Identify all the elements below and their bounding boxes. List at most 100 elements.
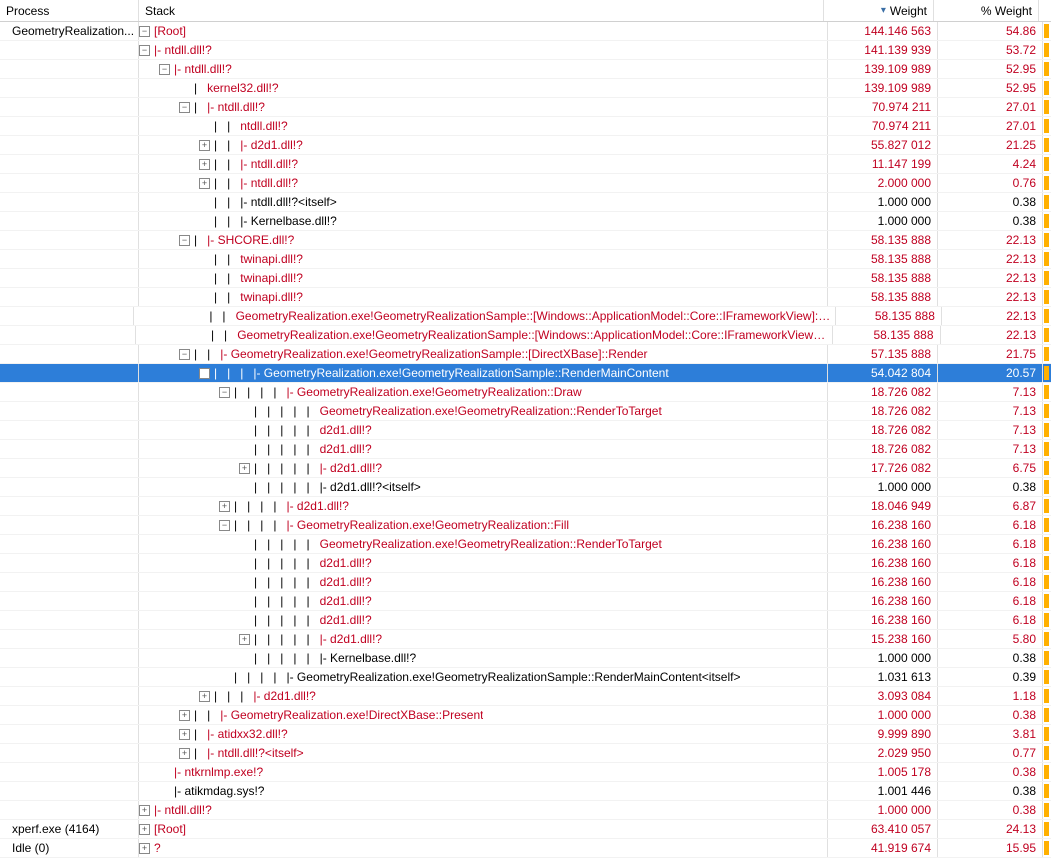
header-weight[interactable]: ▾Weight [824, 0, 934, 21]
table-row[interactable]: | | | | | d2d1.dll!?18.726 0827.13 [0, 421, 1051, 440]
table-row[interactable]: −| | | | |- GeometryRealization.exe!Geom… [0, 516, 1051, 535]
table-row[interactable]: | kernel32.dll!?139.109 98952.95 [0, 79, 1051, 98]
expand-icon[interactable]: + [239, 463, 250, 474]
bar-cell [1043, 440, 1051, 458]
table-row[interactable]: | | | | | GeometryRealization.exe!Geomet… [0, 402, 1051, 421]
collapse-icon[interactable]: − [179, 102, 190, 113]
table-row[interactable]: |- ntkrnlmp.exe!?1.005 1780.38 [0, 763, 1051, 782]
weight-bar [1044, 214, 1049, 228]
bar-cell [1043, 687, 1051, 705]
stack-label: |- GeometryRealization.exe!DirectXBase::… [220, 708, 483, 722]
process-cell [0, 535, 139, 553]
bar-cell [1043, 250, 1051, 268]
table-row[interactable]: | | | | | d2d1.dll!?16.238 1606.18 [0, 611, 1051, 630]
expand-icon[interactable]: + [199, 159, 210, 170]
header-process[interactable]: Process [0, 0, 139, 21]
table-row[interactable]: +| | | | | |- d2d1.dll!?15.238 1605.80 [0, 630, 1051, 649]
table-row[interactable]: | | twinapi.dll!?58.135 88822.13 [0, 250, 1051, 269]
collapse-icon[interactable]: − [179, 235, 190, 246]
table-row[interactable]: +| | | | |- d2d1.dll!?18.046 9496.87 [0, 497, 1051, 516]
table-row[interactable]: Idle (0)+?41.919 67415.95 [0, 839, 1051, 858]
expand-icon[interactable]: + [199, 691, 210, 702]
table-row[interactable]: | | GeometryRealization.exe!GeometryReal… [0, 326, 1051, 345]
bar-cell [1043, 136, 1051, 154]
table-row[interactable]: −| |- ntdll.dll!?70.974 21127.01 [0, 98, 1051, 117]
expand-icon[interactable]: + [219, 501, 230, 512]
table-row[interactable]: +| | | | | |- d2d1.dll!?17.726 0826.75 [0, 459, 1051, 478]
table-row[interactable]: +| | | |- d2d1.dll!?3.093 0841.18 [0, 687, 1051, 706]
table-row[interactable]: | | | | | d2d1.dll!?16.238 1606.18 [0, 592, 1051, 611]
table-row[interactable]: −| |- SHCORE.dll!?58.135 88822.13 [0, 231, 1051, 250]
table-row[interactable]: | | |- ntdll.dll!?<itself>1.000 0000.38 [0, 193, 1051, 212]
table-row[interactable]: −| | | | |- GeometryRealization.exe!Geom… [0, 383, 1051, 402]
table-row[interactable]: +|- ntdll.dll!?1.000 0000.38 [0, 801, 1051, 820]
expand-icon[interactable]: + [179, 710, 190, 721]
weight-bar [1044, 366, 1049, 380]
table-row[interactable]: −|- ntdll.dll!?139.109 98952.95 [0, 60, 1051, 79]
table-row[interactable]: | | ntdll.dll!?70.974 21127.01 [0, 117, 1051, 136]
table-row[interactable]: +| | |- ntdll.dll!?2.000 0000.76 [0, 174, 1051, 193]
expand-icon[interactable]: + [199, 178, 210, 189]
collapse-icon[interactable]: − [159, 64, 170, 75]
collapse-icon[interactable]: − [219, 520, 230, 531]
table-row[interactable]: −|- ntdll.dll!?141.139 93953.72 [0, 41, 1051, 60]
stack-label: d2d1.dll!? [320, 556, 372, 570]
weight-bar [1044, 841, 1049, 855]
table-row[interactable]: | | | | | GeometryRealization.exe!Geomet… [0, 535, 1051, 554]
weight-bar [1044, 499, 1049, 513]
table-row[interactable]: +| |- atidxx32.dll!?9.999 8903.81 [0, 725, 1051, 744]
expand-icon[interactable]: + [199, 140, 210, 151]
expand-icon[interactable]: + [239, 634, 250, 645]
expand-icon[interactable]: + [139, 843, 150, 854]
collapse-icon[interactable]: − [219, 387, 230, 398]
table-row[interactable]: | | | | | |- d2d1.dll!?<itself>1.000 000… [0, 478, 1051, 497]
stack-cell: | | | | | |- d2d1.dll!?<itself> [139, 478, 828, 496]
expand-icon[interactable]: + [179, 748, 190, 759]
weight-cell: 18.726 082 [828, 440, 938, 458]
table-row[interactable]: |- atikmdag.sys!?1.001 4460.38 [0, 782, 1051, 801]
no-expander [239, 444, 250, 455]
table-row[interactable]: −| | |- GeometryRealization.exe!Geometry… [0, 345, 1051, 364]
table-row[interactable]: xperf.exe (4164)+[Root]63.410 05724.13 [0, 820, 1051, 839]
expand-icon[interactable]: + [139, 805, 150, 816]
collapse-icon[interactable]: − [199, 368, 210, 379]
weight-cell: 41.919 674 [828, 839, 938, 857]
table-row[interactable]: | | twinapi.dll!?58.135 88822.13 [0, 269, 1051, 288]
expand-icon[interactable]: + [139, 824, 150, 835]
table-row[interactable]: +| |- ntdll.dll!?<itself>2.029 9500.77 [0, 744, 1051, 763]
collapse-icon[interactable]: − [139, 45, 150, 56]
header-pct-weight[interactable]: % Weight [934, 0, 1039, 21]
collapse-icon[interactable]: − [179, 349, 190, 360]
weight-bar [1044, 803, 1049, 817]
table-row[interactable]: | | twinapi.dll!?58.135 88822.13 [0, 288, 1051, 307]
process-cell [0, 345, 139, 363]
process-cell [0, 269, 139, 287]
table-row[interactable]: | | | | | d2d1.dll!?18.726 0827.13 [0, 440, 1051, 459]
bar-cell [1043, 592, 1051, 610]
table-row[interactable]: | | | | | |- Kernelbase.dll!?1.000 0000.… [0, 649, 1051, 668]
weight-cell: 58.135 888 [828, 231, 938, 249]
table-row[interactable]: | | |- Kernelbase.dll!?1.000 0000.38 [0, 212, 1051, 231]
pct-cell: 7.13 [938, 383, 1043, 401]
table-row[interactable]: +| | |- ntdll.dll!?11.147 1994.24 [0, 155, 1051, 174]
table-row[interactable]: −| | | |- GeometryRealization.exe!Geomet… [0, 364, 1051, 383]
weight-cell: 16.238 160 [828, 554, 938, 572]
table-row[interactable]: +| | |- d2d1.dll!?55.827 01221.25 [0, 136, 1051, 155]
table-row[interactable]: | | | | |- GeometryRealization.exe!Geome… [0, 668, 1051, 687]
collapse-icon[interactable]: − [139, 26, 150, 37]
table-row[interactable]: | | | | | d2d1.dll!?16.238 1606.18 [0, 554, 1051, 573]
table-row[interactable]: | | GeometryRealization.exe!GeometryReal… [0, 307, 1051, 326]
no-expander [199, 197, 210, 208]
table-row[interactable]: | | | | | d2d1.dll!?16.238 1606.18 [0, 573, 1051, 592]
expand-icon[interactable]: + [179, 729, 190, 740]
bar-cell [1043, 326, 1051, 344]
bar-cell [1043, 611, 1051, 629]
stack-cell: −| | | |- GeometryRealization.exe!Geomet… [139, 364, 828, 382]
table-row[interactable]: GeometryRealization...−[Root]144.146 563… [0, 22, 1051, 41]
stack-cell: −|- ntdll.dll!? [139, 41, 828, 59]
stack-cell: +[Root] [139, 820, 828, 838]
process-cell: xperf.exe (4164) [0, 820, 139, 838]
bar-cell [1043, 117, 1051, 135]
table-row[interactable]: +| | |- GeometryRealization.exe!DirectXB… [0, 706, 1051, 725]
header-stack[interactable]: Stack [139, 0, 824, 21]
